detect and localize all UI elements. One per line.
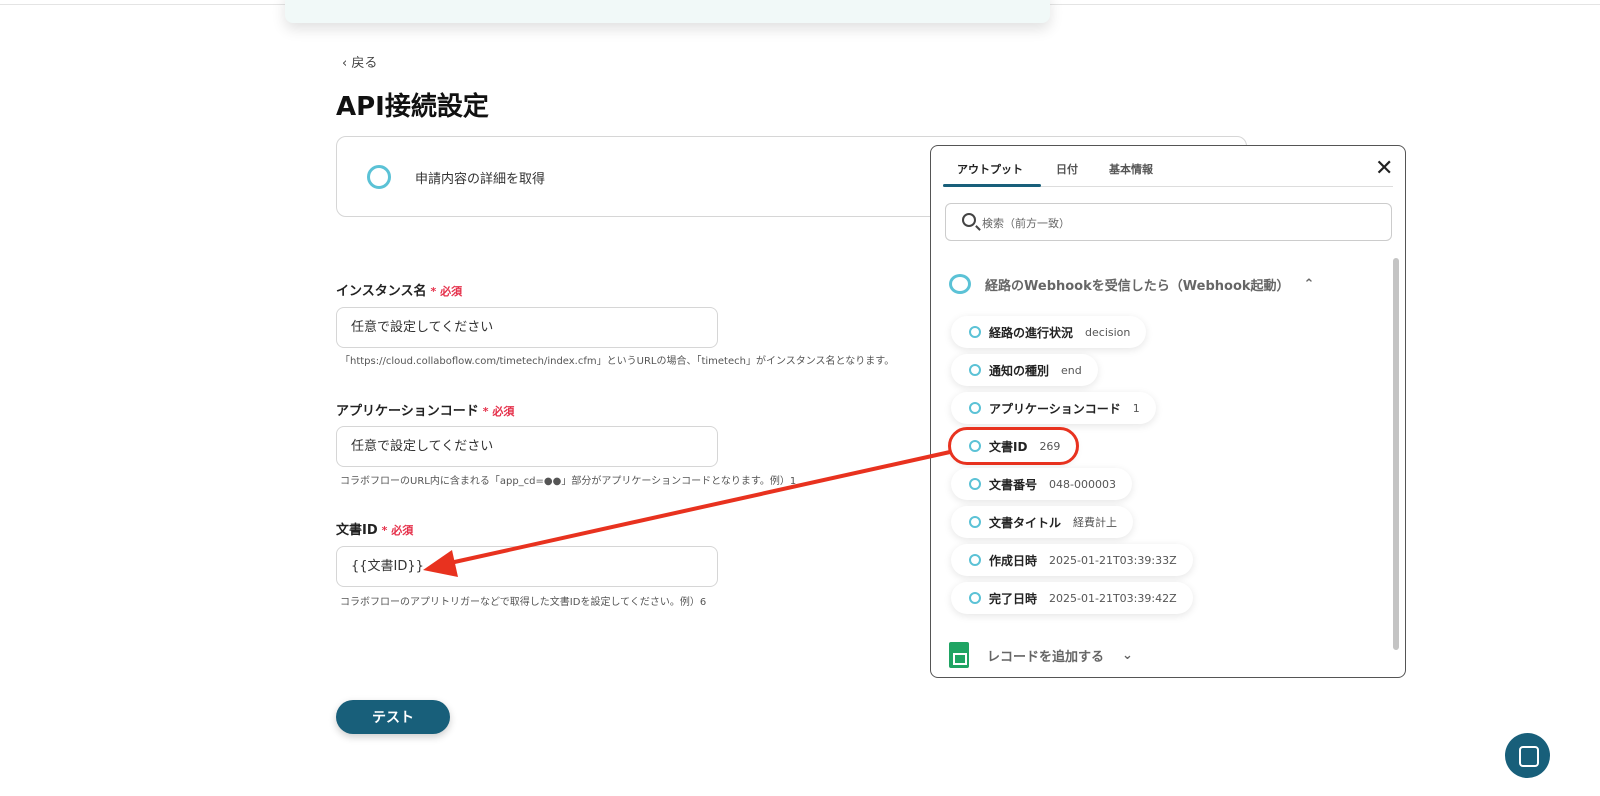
output-item[interactable]: 経路の進行状況 decision bbox=[951, 316, 1147, 348]
output-item[interactable]: 通知の種別 end bbox=[951, 354, 1098, 386]
chevron-up-icon: ⌃ bbox=[1303, 276, 1315, 292]
output-value: 2025-01-21T03:39:33Z bbox=[1049, 553, 1177, 567]
output-key: 作成日時 bbox=[989, 553, 1038, 568]
action-title: 申請内容の詳細を取得 bbox=[415, 172, 546, 187]
output-key: 通知の種別 bbox=[989, 363, 1050, 378]
chevron-left-icon: ‹ bbox=[342, 56, 352, 71]
output-key: 文書番号 bbox=[989, 477, 1038, 492]
search-input[interactable]: 検索（前方一致） bbox=[945, 203, 1392, 241]
document-id-label: 文書ID * 必須 bbox=[336, 523, 414, 538]
app-icon bbox=[969, 478, 981, 490]
search-placeholder: 検索（前方一致） bbox=[982, 217, 1070, 230]
chat-support-button[interactable] bbox=[1505, 733, 1550, 778]
app-icon bbox=[969, 516, 981, 528]
output-picker-popup: アウトプット 日付 基本情報 ✕ 検索（前方一致） 経路のWebhookを受信し… bbox=[930, 145, 1406, 678]
app-icon bbox=[949, 274, 971, 294]
instance-name-label: インスタンス名 * 必須 bbox=[336, 284, 463, 299]
output-key: 経路の進行状況 bbox=[989, 325, 1074, 340]
page-title: API接続設定 bbox=[336, 92, 489, 122]
output-value: end bbox=[1061, 363, 1082, 377]
app-icon bbox=[969, 402, 981, 414]
test-button[interactable]: テスト bbox=[336, 700, 450, 734]
search-icon bbox=[962, 213, 976, 227]
document-id-input[interactable]: {{文書ID}} bbox=[336, 546, 718, 587]
output-item[interactable]: 文書ID 269 bbox=[947, 427, 1080, 465]
group-add-record[interactable]: レコードを追加する ⌄ bbox=[949, 642, 1133, 668]
instance-name-help: 「https://cloud.collaboflow.com/timetech/… bbox=[340, 356, 895, 367]
active-tab-indicator bbox=[943, 184, 1041, 187]
app-icon bbox=[969, 326, 981, 338]
close-icon[interactable]: ✕ bbox=[1375, 156, 1393, 181]
app-icon bbox=[969, 440, 981, 452]
group-title: 経路のWebhookを受信したら（Webhook起動） bbox=[985, 278, 1290, 294]
group-title: レコードを追加する bbox=[987, 649, 1105, 665]
output-item[interactable]: 文書番号 048-000003 bbox=[951, 468, 1132, 500]
output-value: 269 bbox=[1039, 439, 1061, 453]
tab-basic-info[interactable]: 基本情報 bbox=[1109, 161, 1153, 177]
chevron-down-icon: ⌄ bbox=[1122, 647, 1133, 663]
app-icon bbox=[969, 554, 981, 566]
output-key: アプリケーションコード bbox=[989, 401, 1121, 416]
output-key: 文書タイトル bbox=[989, 515, 1062, 530]
google-sheets-icon bbox=[949, 642, 969, 668]
tab-date[interactable]: 日付 bbox=[1056, 161, 1078, 177]
instance-name-input[interactable]: 任意で設定してください bbox=[336, 307, 718, 348]
app-code-help: コラボフローのURL内に含まれる「app_cd=●●」部分がアプリケーションコー… bbox=[340, 476, 797, 487]
output-item[interactable]: 文書タイトル 経費計上 bbox=[951, 506, 1134, 538]
app-icon bbox=[367, 165, 391, 189]
tab-bar: アウトプット 日付 基本情報 bbox=[943, 146, 1393, 187]
scrollbar[interactable] bbox=[1393, 258, 1399, 650]
back-label: 戻る bbox=[351, 56, 378, 71]
output-value: 1 bbox=[1132, 401, 1140, 415]
output-key: 文書ID bbox=[989, 439, 1028, 454]
output-value: 048-000003 bbox=[1049, 477, 1116, 491]
app-code-label: アプリケーションコード * 必須 bbox=[336, 404, 515, 419]
output-item[interactable]: 作成日時 2025-01-21T03:39:33Z bbox=[951, 544, 1193, 576]
tab-output[interactable]: アウトプット bbox=[957, 161, 1023, 177]
output-key: 完了日時 bbox=[989, 591, 1038, 606]
notification-banner bbox=[285, 0, 1050, 23]
group-webhook-trigger[interactable]: 経路のWebhookを受信したら（Webhook起動） ⌃ bbox=[949, 274, 1314, 294]
output-item[interactable]: アプリケーションコード 1 bbox=[951, 392, 1156, 424]
app-icon bbox=[969, 364, 981, 376]
output-item[interactable]: 完了日時 2025-01-21T03:39:42Z bbox=[951, 582, 1193, 614]
app-icon bbox=[969, 592, 981, 604]
back-link[interactable]: ‹ 戻る bbox=[342, 52, 377, 71]
app-code-input[interactable]: 任意で設定してください bbox=[336, 426, 718, 467]
output-value: 2025-01-21T03:39:42Z bbox=[1049, 591, 1177, 605]
document-id-help: コラボフローのアプリトリガーなどで取得した文書IDを設定してください。例）6 bbox=[340, 597, 707, 608]
output-value: 経費計上 bbox=[1073, 516, 1118, 529]
output-value: decision bbox=[1085, 325, 1131, 339]
